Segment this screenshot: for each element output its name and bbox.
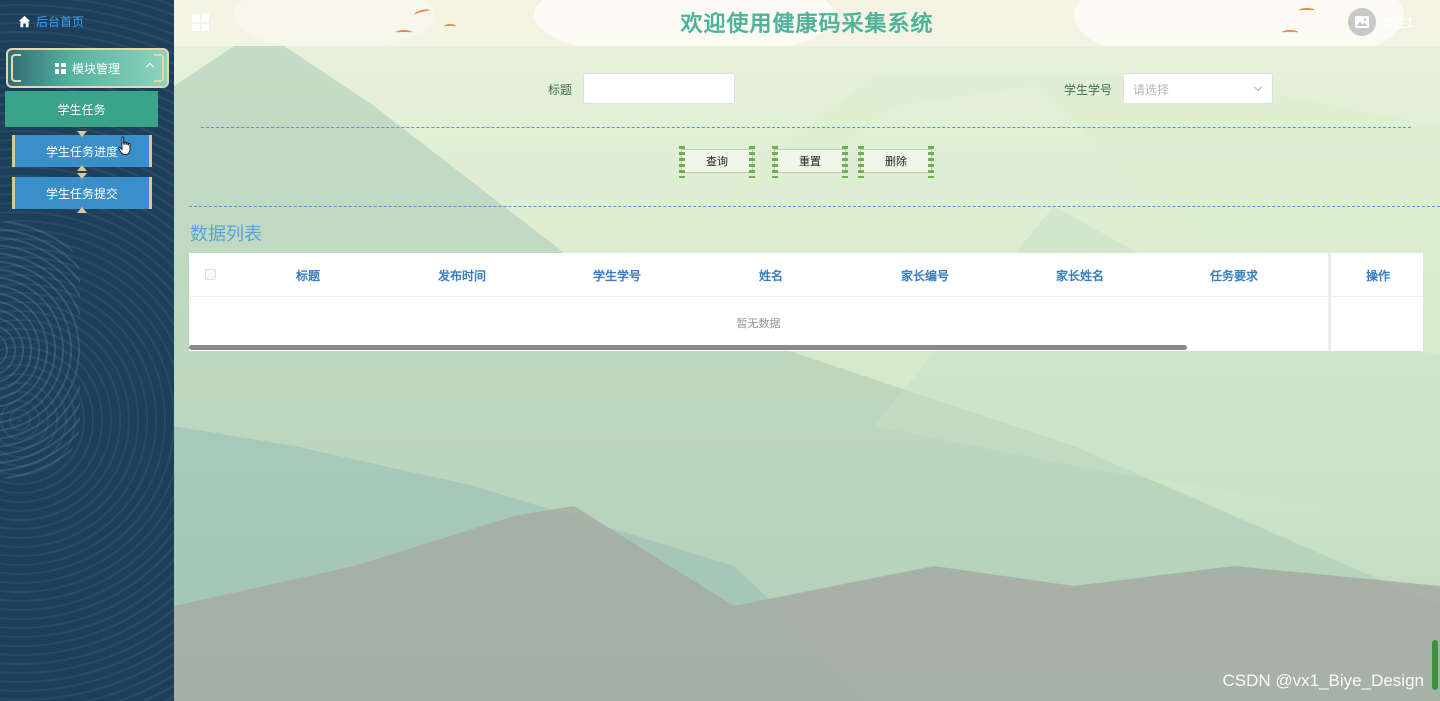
column-header-actions: 操作: [1365, 269, 1391, 283]
home-link-label: 后台首页: [36, 14, 85, 29]
sidebar-item-label: 学生任务进度: [45, 144, 118, 159]
title-input[interactable]: [583, 73, 735, 104]
image-icon: [1355, 16, 1370, 28]
column-header-parent-name[interactable]: 家长姓名: [1056, 267, 1104, 284]
column-header-name[interactable]: 姓名: [759, 267, 783, 284]
action-column: 操作: [1328, 253, 1423, 351]
empty-state-text: 暂无数据: [736, 317, 781, 330]
sidebar: 后台首页 模块管理 学生任务 学生任务进度 学生任务提交: [0, 0, 174, 701]
query-button[interactable]: 查询: [679, 146, 755, 178]
hand-cursor-icon: [118, 136, 131, 155]
student-id-select[interactable]: 请选择: [1123, 73, 1273, 104]
top-header: 欢迎使用健康码采集系统 学生1: [174, 0, 1440, 46]
column-header-task-requirement[interactable]: 任务要求: [1210, 267, 1258, 284]
data-table: 标题 发布时间 学生学号 姓名 家长编号 家长姓名 任务要求 操作 暂无数据: [189, 253, 1423, 351]
column-header-title[interactable]: 标题: [296, 267, 320, 284]
sidebar-pattern: [0, 220, 80, 480]
column-header-publish-time[interactable]: 发布时间: [438, 267, 486, 284]
user-name: 学生1: [1382, 15, 1414, 30]
reset-button[interactable]: 重置: [772, 146, 848, 178]
section-title: 数据列表: [190, 224, 262, 245]
watermark: CSDN @vx1_Biye_Design: [1222, 671, 1424, 690]
student-id-placeholder: 请选择: [1133, 83, 1170, 97]
vertical-scrollbar[interactable]: [1432, 640, 1438, 690]
divider: [189, 206, 1440, 207]
divider: [201, 127, 1411, 128]
sidebar-item-label: 学生任务: [57, 102, 106, 117]
search-form: 标题 学生学号 请选择: [174, 73, 1440, 105]
sidebar-item-label: 学生任务提交: [45, 186, 118, 201]
grid-icon: [54, 62, 66, 74]
horizontal-scrollbar[interactable]: [189, 345, 1187, 350]
home-link[interactable]: 后台首页: [18, 12, 84, 30]
main-content: 标题 学生学号 请选择 查询 重置 删除 数据列表 标题 发布时间 学生学号 姓…: [174, 46, 1440, 701]
column-header-parent-id[interactable]: 家长编号: [901, 267, 949, 284]
sidebar-item-student-task-submit[interactable]: 学生任务提交: [12, 177, 152, 209]
title-label: 标题: [548, 83, 573, 97]
mountain-background: [174, 46, 1440, 701]
student-id-label: 学生学号: [1064, 83, 1113, 97]
page-title: 欢迎使用健康码采集系统: [680, 12, 934, 37]
table-header: 标题 发布时间 学生学号 姓名 家长编号 家长姓名 任务要求: [189, 253, 1423, 297]
sidebar-item-student-task[interactable]: 学生任务: [5, 91, 158, 127]
module-management-menu[interactable]: 模块管理: [6, 48, 169, 88]
chevron-up-icon: [145, 62, 155, 72]
module-menu-label: 模块管理: [71, 61, 120, 76]
select-all-checkbox[interactable]: [205, 269, 216, 280]
chevron-down-icon: [1253, 82, 1263, 92]
user-menu[interactable]: 学生1: [1348, 8, 1414, 36]
column-header-student-id[interactable]: 学生学号: [593, 267, 641, 284]
delete-button[interactable]: 删除: [858, 146, 934, 178]
home-icon: [18, 15, 31, 28]
avatar[interactable]: [1348, 8, 1377, 36]
